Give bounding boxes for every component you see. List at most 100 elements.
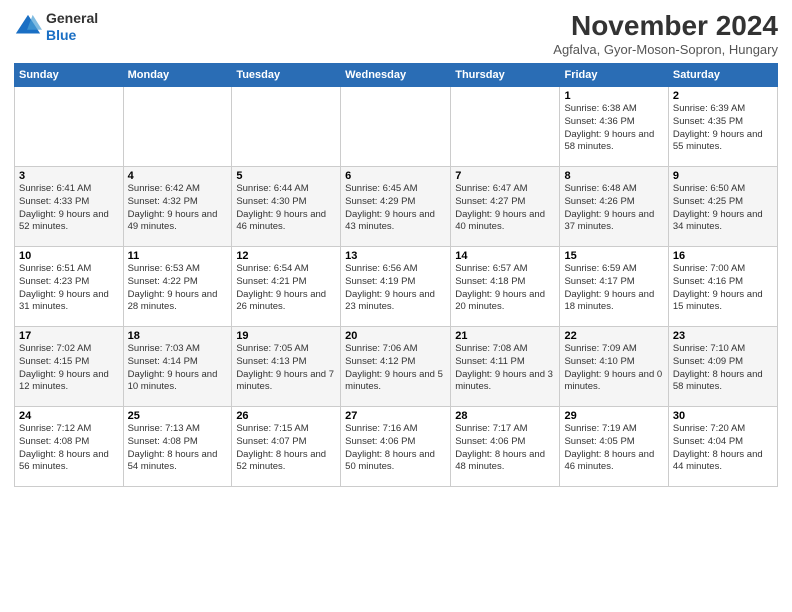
day-number: 6 [345, 170, 446, 182]
day-number: 11 [128, 250, 228, 262]
calendar-cell [341, 87, 451, 167]
logo-general: General [46, 10, 98, 26]
day-info: Sunrise: 7:09 AM Sunset: 4:10 PM Dayligh… [564, 343, 663, 394]
day-info: Sunrise: 6:56 AM Sunset: 4:19 PM Dayligh… [345, 263, 446, 314]
day-number: 23 [673, 330, 773, 342]
header: General Blue November 2024 Agfalva, Gyor… [14, 10, 778, 57]
calendar-cell: 23Sunrise: 7:10 AM Sunset: 4:09 PM Dayli… [668, 327, 777, 407]
calendar-table: SundayMondayTuesdayWednesdayThursdayFrid… [14, 63, 778, 487]
day-info: Sunrise: 7:08 AM Sunset: 4:11 PM Dayligh… [455, 343, 555, 394]
calendar-cell: 27Sunrise: 7:16 AM Sunset: 4:06 PM Dayli… [341, 407, 451, 487]
day-info: Sunrise: 6:41 AM Sunset: 4:33 PM Dayligh… [19, 183, 119, 234]
calendar-week-row: 1Sunrise: 6:38 AM Sunset: 4:36 PM Daylig… [15, 87, 778, 167]
calendar-cell: 16Sunrise: 7:00 AM Sunset: 4:16 PM Dayli… [668, 247, 777, 327]
day-number: 3 [19, 170, 119, 182]
day-info: Sunrise: 7:03 AM Sunset: 4:14 PM Dayligh… [128, 343, 228, 394]
header-day-thursday: Thursday [451, 64, 560, 87]
calendar-cell: 15Sunrise: 6:59 AM Sunset: 4:17 PM Dayli… [560, 247, 668, 327]
calendar-week-row: 3Sunrise: 6:41 AM Sunset: 4:33 PM Daylig… [15, 167, 778, 247]
calendar-cell: 18Sunrise: 7:03 AM Sunset: 4:14 PM Dayli… [123, 327, 232, 407]
day-info: Sunrise: 7:10 AM Sunset: 4:09 PM Dayligh… [673, 343, 773, 394]
day-number: 7 [455, 170, 555, 182]
day-info: Sunrise: 7:00 AM Sunset: 4:16 PM Dayligh… [673, 263, 773, 314]
calendar-week-row: 24Sunrise: 7:12 AM Sunset: 4:08 PM Dayli… [15, 407, 778, 487]
day-number: 28 [455, 410, 555, 422]
calendar-header-row: SundayMondayTuesdayWednesdayThursdayFrid… [15, 64, 778, 87]
day-info: Sunrise: 6:38 AM Sunset: 4:36 PM Dayligh… [564, 103, 663, 154]
calendar-week-row: 10Sunrise: 6:51 AM Sunset: 4:23 PM Dayli… [15, 247, 778, 327]
calendar-cell: 11Sunrise: 6:53 AM Sunset: 4:22 PM Dayli… [123, 247, 232, 327]
logo-blue: Blue [46, 27, 76, 43]
calendar-cell: 19Sunrise: 7:05 AM Sunset: 4:13 PM Dayli… [232, 327, 341, 407]
day-number: 9 [673, 170, 773, 182]
day-info: Sunrise: 7:13 AM Sunset: 4:08 PM Dayligh… [128, 423, 228, 474]
header-day-monday: Monday [123, 64, 232, 87]
calendar-cell [451, 87, 560, 167]
day-number: 30 [673, 410, 773, 422]
day-info: Sunrise: 7:06 AM Sunset: 4:12 PM Dayligh… [345, 343, 446, 394]
day-info: Sunrise: 6:50 AM Sunset: 4:25 PM Dayligh… [673, 183, 773, 234]
calendar-cell: 28Sunrise: 7:17 AM Sunset: 4:06 PM Dayli… [451, 407, 560, 487]
calendar-cell: 20Sunrise: 7:06 AM Sunset: 4:12 PM Dayli… [341, 327, 451, 407]
day-number: 5 [236, 170, 336, 182]
calendar-cell: 5Sunrise: 6:44 AM Sunset: 4:30 PM Daylig… [232, 167, 341, 247]
logo-icon [14, 13, 42, 41]
day-number: 20 [345, 330, 446, 342]
month-title: November 2024 [553, 10, 778, 42]
day-number: 2 [673, 90, 773, 102]
calendar-cell: 2Sunrise: 6:39 AM Sunset: 4:35 PM Daylig… [668, 87, 777, 167]
calendar-cell: 9Sunrise: 6:50 AM Sunset: 4:25 PM Daylig… [668, 167, 777, 247]
calendar-cell [232, 87, 341, 167]
calendar-cell: 12Sunrise: 6:54 AM Sunset: 4:21 PM Dayli… [232, 247, 341, 327]
calendar-cell [15, 87, 124, 167]
day-info: Sunrise: 6:44 AM Sunset: 4:30 PM Dayligh… [236, 183, 336, 234]
day-number: 8 [564, 170, 663, 182]
day-number: 25 [128, 410, 228, 422]
header-day-wednesday: Wednesday [341, 64, 451, 87]
calendar-week-row: 17Sunrise: 7:02 AM Sunset: 4:15 PM Dayli… [15, 327, 778, 407]
day-number: 12 [236, 250, 336, 262]
day-info: Sunrise: 7:17 AM Sunset: 4:06 PM Dayligh… [455, 423, 555, 474]
day-number: 26 [236, 410, 336, 422]
day-number: 4 [128, 170, 228, 182]
header-day-sunday: Sunday [15, 64, 124, 87]
day-info: Sunrise: 6:54 AM Sunset: 4:21 PM Dayligh… [236, 263, 336, 314]
day-info: Sunrise: 7:05 AM Sunset: 4:13 PM Dayligh… [236, 343, 336, 394]
calendar-cell: 7Sunrise: 6:47 AM Sunset: 4:27 PM Daylig… [451, 167, 560, 247]
day-number: 16 [673, 250, 773, 262]
calendar-cell: 13Sunrise: 6:56 AM Sunset: 4:19 PM Dayli… [341, 247, 451, 327]
day-number: 19 [236, 330, 336, 342]
day-number: 24 [19, 410, 119, 422]
calendar-cell: 3Sunrise: 6:41 AM Sunset: 4:33 PM Daylig… [15, 167, 124, 247]
day-number: 13 [345, 250, 446, 262]
day-number: 27 [345, 410, 446, 422]
calendar-cell: 30Sunrise: 7:20 AM Sunset: 4:04 PM Dayli… [668, 407, 777, 487]
calendar-cell: 4Sunrise: 6:42 AM Sunset: 4:32 PM Daylig… [123, 167, 232, 247]
calendar-cell: 8Sunrise: 6:48 AM Sunset: 4:26 PM Daylig… [560, 167, 668, 247]
day-info: Sunrise: 6:42 AM Sunset: 4:32 PM Dayligh… [128, 183, 228, 234]
day-info: Sunrise: 7:12 AM Sunset: 4:08 PM Dayligh… [19, 423, 119, 474]
calendar-cell: 24Sunrise: 7:12 AM Sunset: 4:08 PM Dayli… [15, 407, 124, 487]
logo: General Blue [14, 10, 98, 44]
title-area: November 2024 Agfalva, Gyor-Moson-Sopron… [553, 10, 778, 57]
day-info: Sunrise: 6:53 AM Sunset: 4:22 PM Dayligh… [128, 263, 228, 314]
calendar-cell: 22Sunrise: 7:09 AM Sunset: 4:10 PM Dayli… [560, 327, 668, 407]
day-number: 1 [564, 90, 663, 102]
day-info: Sunrise: 6:39 AM Sunset: 4:35 PM Dayligh… [673, 103, 773, 154]
day-number: 15 [564, 250, 663, 262]
calendar-cell: 21Sunrise: 7:08 AM Sunset: 4:11 PM Dayli… [451, 327, 560, 407]
header-day-friday: Friday [560, 64, 668, 87]
day-info: Sunrise: 6:59 AM Sunset: 4:17 PM Dayligh… [564, 263, 663, 314]
day-info: Sunrise: 7:19 AM Sunset: 4:05 PM Dayligh… [564, 423, 663, 474]
day-info: Sunrise: 7:20 AM Sunset: 4:04 PM Dayligh… [673, 423, 773, 474]
calendar-cell [123, 87, 232, 167]
day-info: Sunrise: 6:57 AM Sunset: 4:18 PM Dayligh… [455, 263, 555, 314]
header-day-tuesday: Tuesday [232, 64, 341, 87]
day-number: 14 [455, 250, 555, 262]
day-info: Sunrise: 7:16 AM Sunset: 4:06 PM Dayligh… [345, 423, 446, 474]
day-info: Sunrise: 6:45 AM Sunset: 4:29 PM Dayligh… [345, 183, 446, 234]
header-day-saturday: Saturday [668, 64, 777, 87]
calendar-cell: 17Sunrise: 7:02 AM Sunset: 4:15 PM Dayli… [15, 327, 124, 407]
day-info: Sunrise: 6:48 AM Sunset: 4:26 PM Dayligh… [564, 183, 663, 234]
day-info: Sunrise: 7:02 AM Sunset: 4:15 PM Dayligh… [19, 343, 119, 394]
